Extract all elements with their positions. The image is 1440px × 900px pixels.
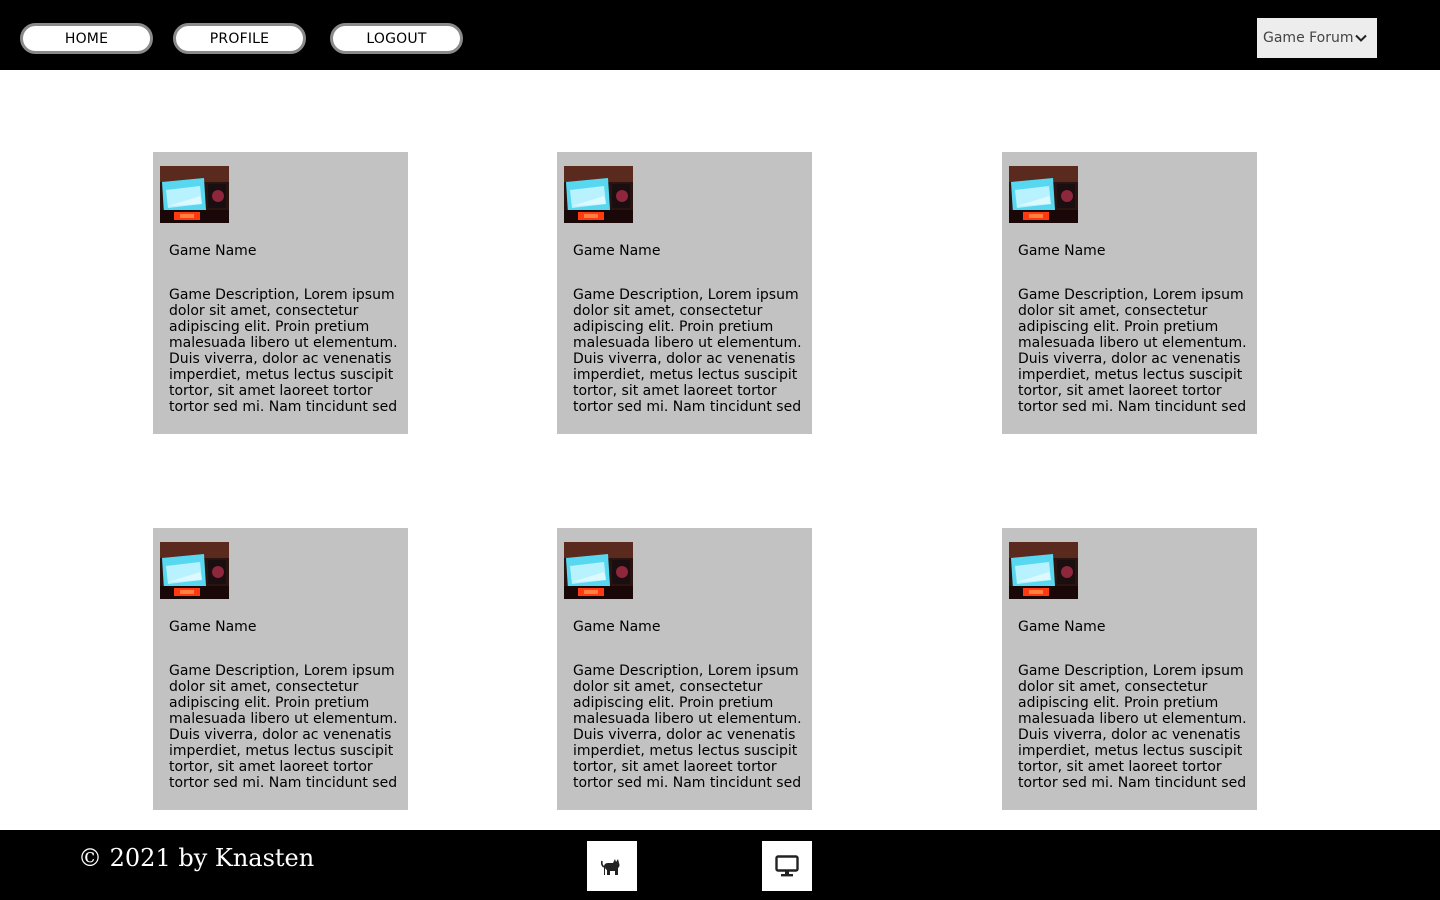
game-name: Game Name xyxy=(169,243,257,259)
game-description: Game Description, Lorem ipsum dolor sit … xyxy=(169,663,398,791)
forum-select-value: Game Forum.. xyxy=(1263,30,1355,46)
game-description: Game Description, Lorem ipsum dolor sit … xyxy=(573,663,802,791)
cat-icon xyxy=(601,859,620,875)
game-name: Game Name xyxy=(1018,619,1106,635)
game-card[interactable]: Game Name Game Description, Lorem ipsum … xyxy=(153,528,408,810)
game-name: Game Name xyxy=(169,619,257,635)
top-navbar: HOME PROFILE LOGOUT Game Forum.. xyxy=(0,0,1440,70)
game-name: Game Name xyxy=(573,619,661,635)
cat-link-button[interactable] xyxy=(587,841,637,891)
logout-button[interactable]: LOGOUT xyxy=(330,23,463,54)
copyright-text: © 2021 by Knasten xyxy=(78,844,315,872)
game-name: Game Name xyxy=(1018,243,1106,259)
game-thumbnail xyxy=(160,166,229,223)
chevron-down-icon xyxy=(1355,34,1367,42)
game-name: Game Name xyxy=(573,243,661,259)
game-card[interactable]: Game Name Game Description, Lorem ipsum … xyxy=(1002,152,1257,434)
game-thumbnail xyxy=(1009,166,1078,223)
game-thumbnail xyxy=(564,166,633,223)
game-description: Game Description, Lorem ipsum dolor sit … xyxy=(1018,663,1247,791)
game-thumbnail xyxy=(1009,542,1078,599)
footer: © 2021 by Knasten xyxy=(0,830,1440,900)
game-description: Game Description, Lorem ipsum dolor sit … xyxy=(1018,287,1247,415)
game-description: Game Description, Lorem ipsum dolor sit … xyxy=(169,287,398,415)
game-description: Game Description, Lorem ipsum dolor sit … xyxy=(573,287,802,415)
home-button[interactable]: HOME xyxy=(20,23,153,54)
monitor-link-button[interactable] xyxy=(762,841,812,891)
monitor-icon xyxy=(775,855,799,877)
game-card[interactable]: Game Name Game Description, Lorem ipsum … xyxy=(557,152,812,434)
game-thumbnail xyxy=(160,542,229,599)
game-card[interactable]: Game Name Game Description, Lorem ipsum … xyxy=(557,528,812,810)
forum-select[interactable]: Game Forum.. xyxy=(1257,18,1377,58)
game-card[interactable]: Game Name Game Description, Lorem ipsum … xyxy=(153,152,408,434)
game-thumbnail xyxy=(564,542,633,599)
profile-button[interactable]: PROFILE xyxy=(173,23,306,54)
game-card[interactable]: Game Name Game Description, Lorem ipsum … xyxy=(1002,528,1257,810)
